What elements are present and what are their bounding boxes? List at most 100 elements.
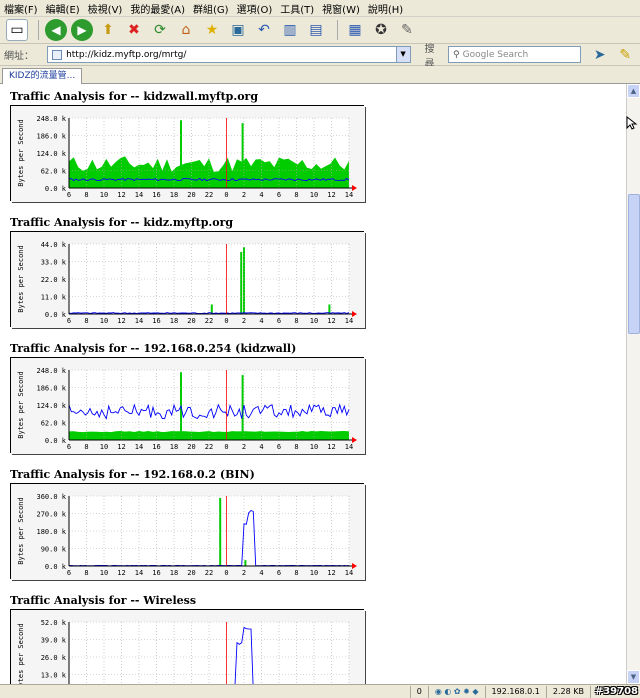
y-tick-label: 186.0 k [36, 133, 66, 141]
status-plugin-icons: ◉ ◐ ✿ ✹ ◆ [427, 685, 485, 698]
search-placeholder: Google Search [462, 49, 529, 60]
x-tick-label: 12 [117, 317, 125, 325]
vertical-scrollbar[interactable]: ▲ ▼ [626, 84, 640, 684]
menu-item-6[interactable]: 工具(T) [280, 1, 314, 16]
graph-title: Traffic Analysis for -- Wireless [10, 594, 197, 607]
traffic-graph: 52.0 k39.0 k26.0 k13.0 k0.0 k68101214161… [10, 609, 365, 684]
menu-item-3[interactable]: 我的最愛(A) [130, 1, 185, 16]
x-tick-label: 0 [224, 443, 228, 451]
address-bar: 網址： http://kidz.myftp.org/mrtg/ ▼ 搜尋 ⚲ G… [0, 44, 640, 70]
x-tick-label: 12 [327, 317, 335, 325]
x-tick-label: 6 [277, 191, 281, 199]
y-tick-label: 26.0 k [41, 654, 67, 662]
x-tick-label: 6 [277, 569, 281, 577]
x-tick-label: 8 [294, 569, 298, 577]
y-tick-label: 62.0 k [41, 168, 67, 176]
menu-item-2[interactable]: 檢視(V) [88, 1, 123, 16]
y-axis-title: Bytes per Second [17, 371, 25, 438]
address-dropdown-icon[interactable]: ▼ [395, 47, 410, 62]
traffic-graph: 248.0 k 186.0 k 124.0 k 62.0 k 0.0 k 6 8 10 12 14… [10, 105, 365, 202]
x-tick-label: 10 [100, 191, 108, 199]
home-icon[interactable]: ⌂ [175, 19, 197, 41]
scroll-down-icon[interactable]: ▼ [627, 670, 640, 684]
menu-item-1[interactable]: 編輯(E) [46, 1, 80, 16]
page-content: Traffic Analysis for -- kidzwall.myftp.o… [0, 84, 626, 684]
search-icon: ⚲ [453, 49, 460, 60]
x-tick-label: 4 [259, 443, 263, 451]
forward-icon[interactable]: ▶ [71, 19, 93, 41]
x-tick-label: 6 [277, 443, 281, 451]
y-axis-title: Bytes per Second [17, 623, 25, 684]
x-tick-label: 14 [135, 317, 143, 325]
menu-item-7[interactable]: 視窗(W) [322, 1, 360, 16]
refresh-icon[interactable]: ⟳ [149, 19, 171, 41]
x-tick-label: 22 [205, 317, 213, 325]
sidebar-icon[interactable]: ▤ [305, 19, 327, 41]
menu-item-5[interactable]: 選項(O) [237, 1, 273, 16]
x-tick-label: 18 [170, 317, 178, 325]
x-tick-label: 6 [67, 317, 71, 325]
x-tick-label: 0 [224, 317, 228, 325]
favorites-star-icon[interactable]: ★ [201, 19, 223, 41]
search-input[interactable]: ⚲ Google Search [448, 46, 582, 63]
x-tick-label: 14 [345, 191, 353, 199]
traffic-section: Traffic Analysis for -- Wireless 52.0 k 39… [10, 594, 365, 684]
traffic-section: Traffic Analysis for -- kidzwall.myftp.o… [10, 90, 365, 202]
x-tick-label: 12 [117, 191, 125, 199]
menu-item-8[interactable]: 說明(H) [368, 1, 403, 16]
y-tick-label: 11.0 k [41, 294, 67, 302]
scroll-thumb[interactable] [628, 194, 640, 334]
x-tick-label: 12 [327, 191, 335, 199]
feed-icon[interactable]: ✎ [615, 44, 636, 66]
status-bar: 0 ◉ ◐ ✿ ✹ ◆ 192.168.0.1 2.28 KB 4 [0, 684, 640, 698]
x-tick-label: 2 [242, 191, 246, 199]
stop-icon[interactable]: ✖ [123, 19, 145, 41]
menu-item-0[interactable]: 檔案(F) [4, 1, 38, 16]
scroll-up-icon[interactable]: ▲ [627, 84, 640, 98]
x-tick-label: 18 [170, 569, 178, 577]
y-tick-label: 39.0 k [41, 637, 67, 645]
x-tick-label: 18 [170, 191, 178, 199]
x-tick-label: 22 [205, 443, 213, 451]
tools-icon[interactable]: ✎ [396, 19, 418, 41]
x-tick-label: 2 [242, 317, 246, 325]
address-input[interactable]: http://kidz.myftp.org/mrtg/ ▼ [47, 46, 411, 63]
x-tick-label: 20 [187, 317, 195, 325]
plugin-icon[interactable]: ▦ [344, 19, 366, 41]
x-tick-label: 14 [135, 569, 143, 577]
x-tick-label: 14 [345, 569, 353, 577]
x-tick-label: 10 [100, 317, 108, 325]
new-page-icon[interactable]: ▭ [6, 19, 28, 41]
history-icon[interactable]: ▣ [227, 19, 249, 41]
y-tick-label: 248.0 k [36, 115, 66, 123]
up-icon[interactable]: ⬆ [97, 19, 119, 41]
tab-mrtg[interactable]: KIDZ的流量管... [2, 68, 83, 84]
in-traffic-spike [241, 123, 244, 188]
compass-icon[interactable]: ✪ [370, 19, 392, 41]
window-layout-icon[interactable]: ▥ [279, 19, 301, 41]
watermark: #39708 [594, 686, 638, 697]
x-tick-label: 16 [152, 317, 160, 325]
y-axis-title: Bytes per Second [17, 119, 25, 186]
toolbar-separator [337, 20, 338, 40]
x-tick-label: 20 [187, 443, 195, 451]
undo-icon[interactable]: ↶ [253, 19, 275, 41]
x-tick-label: 10 [310, 317, 318, 325]
traffic-graph: 248.0 k 186.0 k 124.0 k 62.0 k 0.0 k 6 8 10 12 14… [10, 357, 365, 454]
back-icon[interactable]: ◀ [45, 19, 67, 41]
traffic-section: Traffic Analysis for -- 192.168.0.2 (BIN… [10, 468, 365, 580]
menu-item-4[interactable]: 群組(G) [193, 1, 229, 16]
graph-title: Traffic Analysis for -- kidz.myftp.org [10, 216, 234, 229]
x-tick-label: 16 [152, 443, 160, 451]
go-icon[interactable]: ➤ [589, 44, 610, 66]
x-tick-label: 8 [84, 569, 88, 577]
x-tick-label: 16 [152, 569, 160, 577]
x-tick-label: 12 [327, 443, 335, 451]
x-tick-label: 8 [294, 191, 298, 199]
x-tick-label: 4 [259, 191, 263, 199]
y-tick-label: 0.0 k [45, 437, 67, 445]
y-tick-label: 270.0 k [36, 511, 66, 519]
status-ip: 192.168.0.1 [484, 685, 546, 698]
x-tick-label: 10 [310, 443, 318, 451]
y-tick-label: 13.0 k [41, 672, 67, 680]
